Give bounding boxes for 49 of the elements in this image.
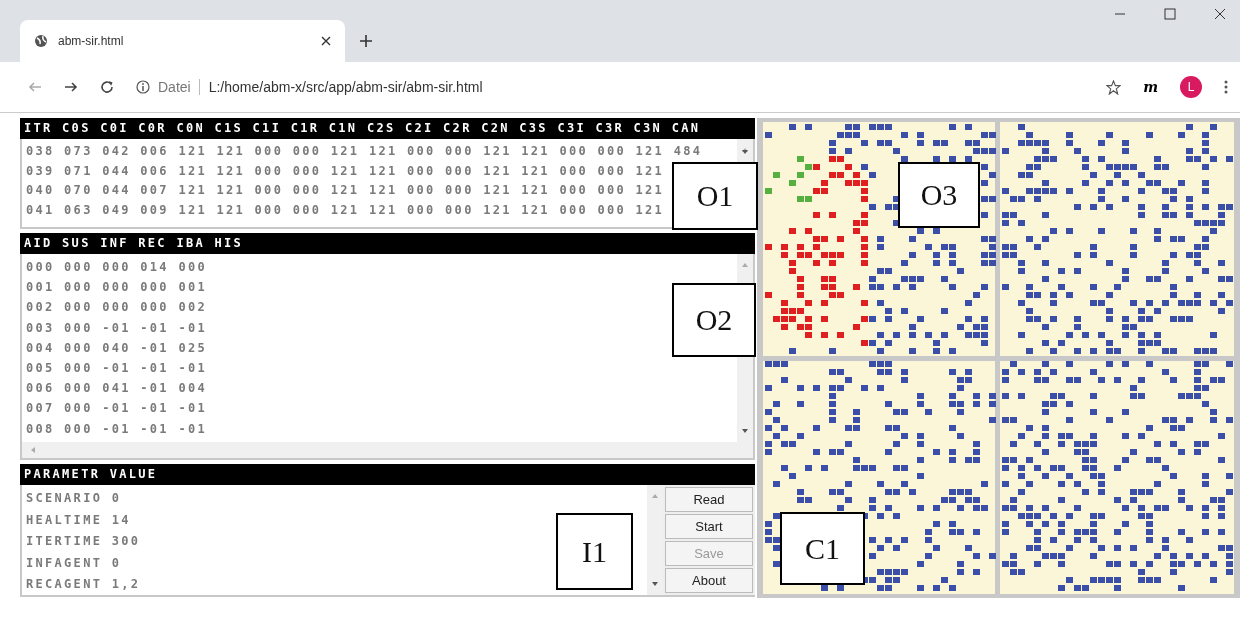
annotation-label: I1 — [556, 513, 633, 590]
reload-icon[interactable] — [100, 80, 114, 94]
info-icon[interactable] — [136, 80, 150, 94]
separator-icon — [198, 79, 201, 95]
text-line: 039 071 044 006 121 121 000 000 121 121 000 000 121 121 000 000 121 — [26, 162, 665, 180]
horizontal-scrollbar[interactable] — [22, 442, 753, 458]
action-button[interactable]: About — [665, 568, 753, 593]
vertical-scrollbar[interactable] — [647, 485, 663, 595]
profile-avatar[interactable]: L — [1180, 76, 1202, 98]
text-line: 040 070 044 007 121 121 000 000 121 121 000 000 121 121 000 000 121 — [26, 182, 665, 199]
column-header: AID SUS INF REC IBA HIS — [20, 233, 755, 254]
text-line: 001 000 000 000 001 — [26, 279, 207, 297]
annotation-label: O1 — [672, 162, 758, 230]
forward-icon[interactable] — [64, 80, 78, 94]
text-line: 005 000 -01 -01 -01 — [26, 360, 207, 377]
text-line: INFAGENT 0 — [26, 554, 122, 572]
text-line: 007 000 -01 -01 -01 — [26, 400, 207, 418]
annotation-label: C1 — [780, 512, 865, 585]
annotation-label: O2 — [672, 283, 756, 357]
extension-button[interactable]: m — [1143, 79, 1158, 95]
close-icon[interactable] — [321, 36, 331, 46]
text-line: HEALTIME 14 — [26, 511, 131, 529]
browser-tab[interactable]: abm-sir.html — [20, 20, 345, 62]
text-line: SCENARIO 0 — [26, 490, 122, 507]
column-header: ITR C0S C0I C0R C0N C1S C1I C1R C1N C2S C2I C2R C2N C3S C3I C3R C3N CAN — [20, 118, 755, 139]
text-line: 000 000 000 014 000 — [26, 259, 207, 276]
annotation-label: O3 — [898, 162, 980, 228]
text-line: RECAGENT 1,2 — [26, 576, 141, 593]
text-line: 003 000 -01 -01 -01 — [26, 319, 207, 337]
text-line: 008 000 -01 -01 -01 — [26, 420, 207, 438]
menu-icon[interactable] — [1224, 80, 1228, 94]
vertical-scrollbar[interactable] — [737, 139, 753, 163]
scheme-label: Datei — [158, 79, 191, 95]
address-field[interactable]: L:/home/abm-x/src/app/abm-sir/abm-sir.html — [208, 79, 483, 95]
action-button[interactable]: Start — [665, 514, 753, 539]
action-button[interactable]: Read — [665, 487, 753, 512]
text-line: 041 063 049 009 121 121 000 000 121 121 000 000 121 121 000 000 121 — [26, 201, 665, 219]
text-line: 006 000 041 -01 004 — [26, 380, 207, 398]
globe-icon — [34, 34, 48, 48]
text-line: 002 000 000 000 002 — [26, 299, 207, 317]
maximize-icon[interactable] — [1164, 8, 1176, 20]
star-icon[interactable] — [1106, 79, 1122, 95]
text-line: ITERTIME 300 — [26, 533, 141, 550]
close-icon[interactable] — [1214, 8, 1226, 20]
text-line: 004 000 040 -01 025 — [26, 339, 207, 357]
column-header: PARAMETR VALUE — [20, 464, 755, 485]
plus-icon[interactable] — [359, 34, 373, 48]
text-line: 038 073 042 006 121 121 000 000 121 121 000 000 121 121 000 000 121 484 — [26, 143, 703, 160]
tab-title: abm-sir.html — [58, 34, 125, 48]
